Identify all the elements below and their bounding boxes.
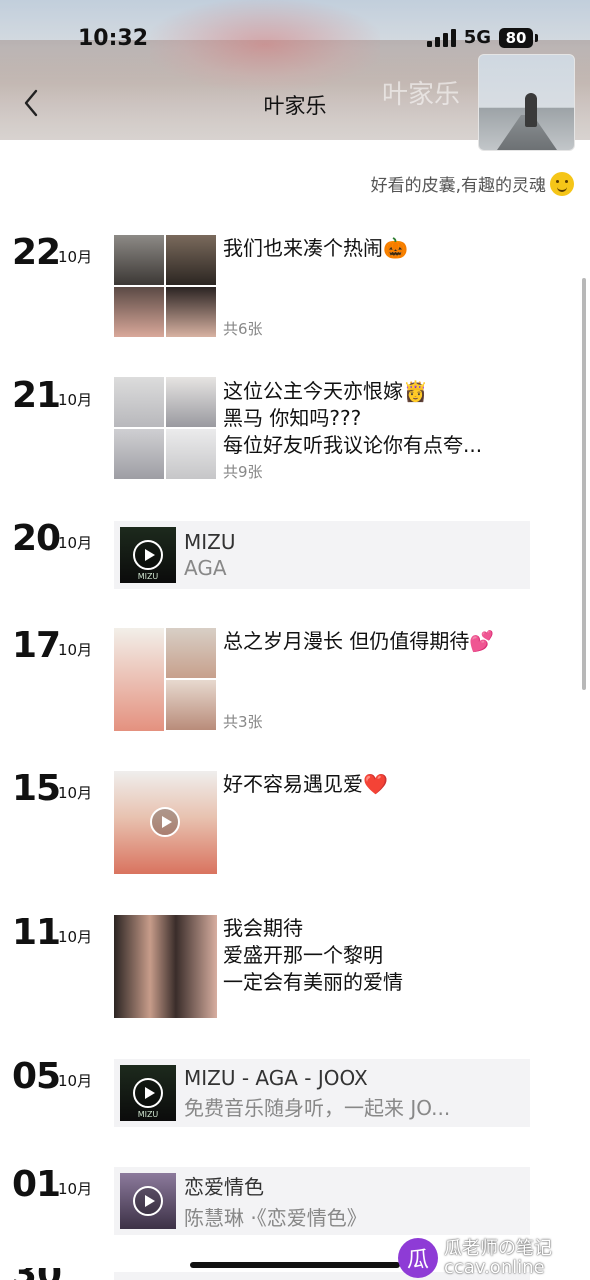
home-indicator[interactable]	[190, 1262, 400, 1268]
photo-thumb[interactable]	[166, 235, 216, 285]
post-month: 10月	[58, 1072, 93, 1090]
photo-count: 共3张	[223, 713, 263, 731]
play-icon[interactable]	[133, 1078, 163, 1108]
site-watermark: 瓜 瓜老师の笔记 ccav.online	[398, 1238, 552, 1278]
photo-thumb[interactable]	[166, 628, 216, 678]
post-caption: 我会期待 爱盛开那一个黎明 一定会有美丽的爱情	[223, 915, 403, 996]
post-month: 10月	[58, 784, 93, 802]
yum-emoji-icon	[550, 171, 574, 196]
signature-text: 好看的皮囊,有趣的灵魂	[370, 176, 546, 196]
music-card[interactable]: MIZU MIZU - AGA - JOOX 免费音乐随身听，一起来 JO...	[114, 1059, 530, 1127]
photo-thumb[interactable]	[166, 680, 216, 730]
post-day: 05	[12, 1056, 61, 1097]
photo-count: 共6张	[223, 320, 263, 338]
photo-grid[interactable]	[114, 915, 218, 1019]
photo-thumb[interactable]	[114, 287, 164, 337]
caption-line: 总之岁月漫长 但仍值得期待💕	[223, 629, 495, 653]
post-day: 21	[12, 375, 61, 416]
post-day: 17	[12, 625, 61, 666]
post-month: 10月	[58, 391, 93, 409]
music-title: 恋爱情色	[184, 1175, 264, 1199]
profile-signature: 好看的皮囊,有趣的灵魂	[371, 171, 574, 196]
next-post-day: 30	[12, 1268, 62, 1280]
post-caption: 我们也来凑个热闹🎃	[223, 235, 408, 262]
caption-line: 爱盛开那一个黎明	[223, 943, 383, 967]
video-thumb[interactable]	[114, 771, 218, 875]
music-cover: MIZU	[120, 1065, 176, 1121]
cover-label: MIZU	[137, 1110, 159, 1119]
signal-icon	[426, 28, 456, 47]
photo-thumb[interactable]	[114, 235, 164, 285]
photo-grid[interactable]	[114, 235, 218, 339]
post-day: 20	[12, 518, 61, 559]
post-month: 10月	[58, 534, 93, 552]
post-caption: 这位公主今天亦恨嫁👸 黑马 你知吗??? 每位好友听我议论你有点夸...	[223, 378, 482, 459]
status-time: 10:32	[78, 26, 149, 51]
photo-thumb[interactable]	[166, 287, 216, 337]
music-text: MIZU - AGA - JOOX 免费音乐随身听，一起来 JO...	[184, 1066, 450, 1121]
photo-thumb[interactable]	[114, 377, 164, 427]
watermark-logo: 瓜	[398, 1238, 438, 1278]
music-subtitle: AGA	[184, 556, 227, 580]
play-icon[interactable]	[133, 540, 163, 570]
music-card[interactable]: MIZU MIZU AGA	[114, 521, 530, 589]
battery-cap	[535, 33, 538, 42]
photo-thumb[interactable]	[114, 429, 164, 479]
photo-grid[interactable]	[114, 628, 218, 732]
music-cover	[120, 1173, 176, 1229]
post-month: 10月	[58, 928, 93, 946]
post-month: 10月	[58, 641, 93, 659]
post-day: 11	[12, 912, 61, 953]
music-title: MIZU	[184, 530, 236, 554]
post-caption: 好不容易遇见爱❤️	[223, 771, 388, 798]
caption-line: 我们也来凑个热闹🎃	[223, 236, 408, 260]
photo-thumb[interactable]	[114, 628, 164, 731]
caption-line: 这位公主今天亦恨嫁👸	[223, 379, 428, 403]
caption-line: 黑马 你知吗???	[223, 406, 362, 430]
post-day: 22	[12, 232, 61, 273]
music-subtitle: 陈慧琳 ·《恋爱情色》	[184, 1206, 367, 1230]
caption-line: 一定会有美丽的爱情	[223, 970, 403, 994]
watermark-line: ccav.online	[444, 1257, 545, 1278]
play-icon[interactable]	[150, 807, 180, 837]
photo-thumb[interactable]	[166, 429, 216, 479]
music-text: MIZU AGA	[184, 530, 236, 580]
post-day: 01	[12, 1164, 61, 1205]
music-title: MIZU - AGA - JOOX	[184, 1065, 368, 1090]
caption-line: 每位好友听我议论你有点夸...	[223, 433, 483, 457]
scrollbar[interactable]	[582, 278, 586, 690]
caption-line: 好不容易遇见爱❤️	[223, 772, 388, 796]
caption-line: 我会期待	[223, 916, 303, 940]
post-month: 10月	[58, 248, 93, 266]
avatar-person	[525, 93, 537, 127]
photo-thumb[interactable]	[114, 771, 217, 874]
cover-label: MIZU	[137, 572, 159, 581]
photo-count: 共9张	[223, 463, 263, 481]
post-day: 15	[12, 768, 61, 809]
photo-grid[interactable]	[114, 377, 218, 481]
music-subtitle: 免费音乐随身听，一起来 JO...	[184, 1095, 451, 1120]
post-month: 10月	[58, 1180, 93, 1198]
watermark-text: 瓜老师の笔记 ccav.online	[444, 1239, 552, 1277]
watermark-line: 瓜老师の笔记	[444, 1238, 552, 1259]
music-cover: MIZU	[120, 527, 176, 583]
music-text: 恋爱情色 陈慧琳 ·《恋爱情色》	[184, 1171, 367, 1231]
play-icon[interactable]	[133, 1186, 163, 1216]
network-type: 5G	[463, 27, 491, 48]
photo-thumb[interactable]	[166, 377, 216, 427]
photo-thumb[interactable]	[114, 915, 217, 1018]
status-icons: 5G 80	[426, 27, 538, 48]
battery-icon: 80	[499, 27, 533, 48]
post-caption: 总之岁月漫长 但仍值得期待💕	[223, 628, 494, 655]
avatar[interactable]	[478, 54, 575, 151]
music-card[interactable]: 恋爱情色 陈慧琳 ·《恋爱情色》	[114, 1167, 530, 1235]
